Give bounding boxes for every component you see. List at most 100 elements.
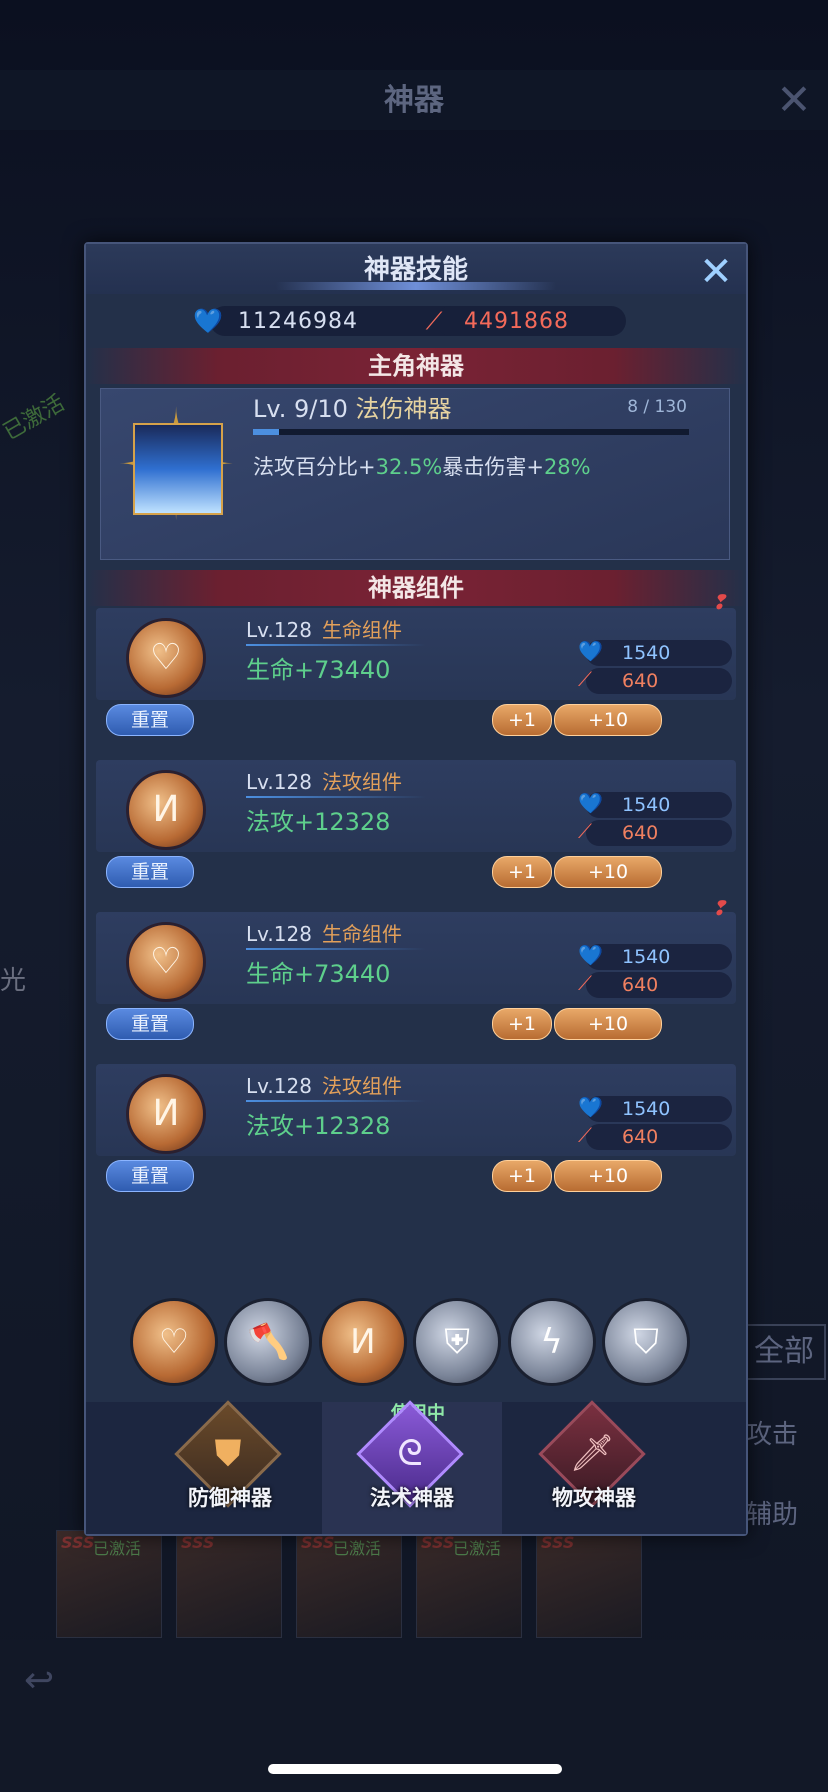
heart-icon: ♡	[126, 922, 206, 1002]
component-row: ♡ Lv.128 生命组件 生命+73440 💙 1540 ⟋ 640 重置 +1 +…	[96, 912, 736, 1040]
exp-bar	[253, 429, 689, 435]
lightning-shield-icon[interactable]: ϟ	[507, 1298, 596, 1386]
red-cost: ⟋ 640	[578, 971, 732, 998]
background-filter-assist[interactable]: 辅助	[746, 1494, 798, 1531]
component-divider	[246, 644, 426, 646]
blue-cost: 💙 1540	[578, 791, 732, 818]
component-row: ⵍ Lv.128 法攻组件 法攻+12328 💙 1540 ⟋ 640 重置 +1 +…	[96, 760, 736, 888]
blue-cost-value: 1540	[622, 642, 671, 664]
artifact-image	[133, 423, 223, 515]
artifact-type-tabs: ⛊ 防御神器 使用中 ᘓ 法术神器 🗡 物攻神器	[86, 1400, 746, 1534]
reset-button[interactable]: 重置	[106, 1008, 194, 1040]
artifact-level: Lv. 9/10 法伤神器	[253, 389, 452, 424]
hero-card[interactable]: SSS 已激活	[56, 1530, 162, 1638]
background-filter-attack[interactable]: 攻击	[746, 1414, 798, 1451]
close-icon[interactable]: ✕	[696, 252, 736, 292]
sword-icon: 🗡	[569, 1433, 615, 1474]
component-level: Lv.128 法攻组件	[246, 766, 402, 795]
component-stat: 生命+73440	[246, 960, 391, 988]
background-close-icon[interactable]: ✕	[772, 78, 816, 122]
component-level-value: Lv.128	[246, 1074, 312, 1098]
red-cost: ⟋ 640	[578, 819, 732, 846]
artifact-type: 法伤神器	[355, 395, 452, 423]
hero-card[interactable]: SSS 已激活	[296, 1530, 402, 1638]
tab-defense-artifact[interactable]: ⛊ 防御神器	[140, 1400, 320, 1534]
component-row: ⵍ Lv.128 法攻组件 法攻+12328 💙 1540 ⟋ 640 重置 +1 +…	[96, 1064, 736, 1192]
heart-icon: ♡	[126, 618, 206, 698]
plus-10-button[interactable]: +10	[554, 856, 662, 888]
reset-button[interactable]: 重置	[106, 1160, 194, 1192]
blue-heart-gem-icon: 💙	[578, 943, 603, 967]
component-level: Lv.128 生命组件	[246, 918, 402, 947]
card-status: 已激活	[93, 1539, 142, 1558]
blue-cost: 💙 1540	[578, 639, 732, 666]
red-shard-icon: ⟋	[578, 971, 592, 995]
red-cost: ⟋ 640	[578, 1123, 732, 1150]
component-level: Lv.128 法攻组件	[246, 1070, 402, 1099]
level-prefix: Lv.	[253, 395, 287, 423]
main-artifact-banner: 主角神器	[86, 348, 746, 384]
modal-title: 神器技能	[363, 255, 468, 285]
blue-cost-value: 1540	[622, 946, 671, 968]
component-divider	[246, 948, 426, 950]
artifact-emblem[interactable]: ✦	[111, 392, 241, 542]
rune-icon[interactable]: ⵍ	[318, 1298, 407, 1386]
component-level-value: Lv.128	[246, 922, 312, 946]
home-indicator[interactable]	[268, 1764, 562, 1774]
helmet-icon[interactable]: ⛨	[413, 1298, 502, 1386]
component-stat: 法攻+12328	[246, 808, 391, 836]
components-banner: 神器组件	[86, 570, 746, 606]
component-stat: 生命+73440	[246, 656, 391, 684]
blue-heart-gem-icon: 💙	[578, 639, 603, 663]
hero-card[interactable]: SSS	[176, 1530, 282, 1638]
artifact-exp: 8 / 130	[627, 397, 687, 417]
plus-10-button[interactable]: +10	[554, 704, 662, 736]
tab-label: 物攻神器	[552, 1485, 636, 1510]
reset-button[interactable]: 重置	[106, 856, 194, 888]
plus-1-button[interactable]: +1	[492, 856, 552, 888]
blue-cost: 💙 1540	[578, 943, 732, 970]
red-cost: ⟋ 640	[578, 667, 732, 694]
red-currency: ⟋ 4491868	[426, 306, 626, 336]
main-artifact-panel: ✦ Lv. 9/10 法伤神器 8 / 130 法攻百分比+32.5%暴击伤害+…	[100, 388, 730, 560]
axe-icon[interactable]: 🪓	[224, 1298, 313, 1386]
shield-regen-icon[interactable]: ⛉	[601, 1298, 690, 1386]
plus-1-button[interactable]: +1	[492, 1008, 552, 1040]
reset-button[interactable]: 重置	[106, 704, 194, 736]
red-cost-value: 640	[622, 670, 659, 692]
red-shard-icon: ⟋	[578, 667, 592, 691]
background-side-text: 光	[0, 966, 27, 996]
plus-1-button[interactable]: +1	[492, 1160, 552, 1192]
card-status: 已激活	[453, 1539, 502, 1558]
effect-a-value: 32.5%	[375, 455, 443, 479]
blue-cost-value: 1540	[622, 1098, 671, 1120]
back-icon[interactable]: ↩	[24, 1660, 80, 1701]
component-name: 法攻组件	[321, 1074, 402, 1098]
component-icon-row: ♡ 🪓 ⵍ ⛨ ϟ ⛉	[130, 1298, 690, 1388]
component-level-value: Lv.128	[246, 770, 312, 794]
red-shard-icon: ⟋	[425, 307, 443, 335]
component-level: Lv.128 生命组件	[246, 614, 402, 643]
blue-cost: 💙 1540	[578, 1095, 732, 1122]
plus-10-button[interactable]: +10	[554, 1160, 662, 1192]
main-artifact-title: 主角神器	[368, 351, 464, 380]
red-shard-icon: ⟋	[578, 1123, 592, 1147]
component-stat: 法攻+12328	[246, 1112, 391, 1140]
plus-1-button[interactable]: +1	[492, 704, 552, 736]
background-filter-all[interactable]: 全部	[742, 1324, 826, 1380]
component-row: ♡ Lv.128 生命组件 生命+73440 💙 1540 ⟋ 640 重置 +1 +…	[96, 608, 736, 736]
tab-physical-artifact[interactable]: 🗡 物攻神器	[504, 1400, 684, 1534]
red-cost-value: 640	[622, 1126, 659, 1148]
rune-icon: ⵍ	[126, 770, 206, 850]
artifact-skill-modal: 神器技能 ✕ 💙 11246984 ⟋ 4491868 主角神器 ✦ Lv. 9…	[84, 242, 748, 1536]
hero-card[interactable]: SSS	[536, 1530, 642, 1638]
heart-icon[interactable]: ♡	[130, 1298, 218, 1386]
tab-spell-artifact[interactable]: 使用中 ᘓ 法术神器	[322, 1400, 502, 1534]
component-divider	[246, 1100, 426, 1102]
red-currency-value: 4491868	[464, 308, 569, 334]
effect-b-value: 28%	[543, 455, 591, 479]
blue-cost-value: 1540	[622, 794, 671, 816]
hero-card[interactable]: SSS 已激活	[416, 1530, 522, 1638]
plus-10-button[interactable]: +10	[554, 1008, 662, 1040]
blue-heart-gem-icon: 💙	[193, 307, 223, 335]
